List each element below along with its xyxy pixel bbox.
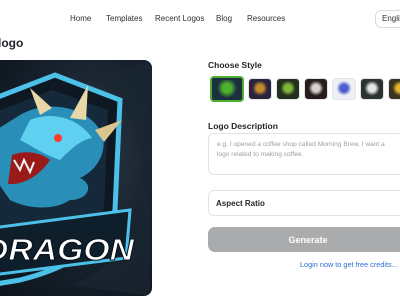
nav-blog[interactable]: Blog [216,14,232,23]
style-thumb-esports-5[interactable] [332,78,356,100]
choose-style-label: Choose Style [208,60,262,70]
style-thumb-art [307,81,325,97]
top-nav: Home Templates Recent Logos Blog Resourc… [0,0,400,38]
aspect-ratio-selector[interactable]: Aspect Ratio [208,190,400,216]
style-thumb-art [214,80,240,98]
aspect-ratio-label: Aspect Ratio [216,199,265,208]
style-thumb-art [391,81,400,97]
logo-description-input[interactable]: e.g. I opened a coffee shop called Morni… [208,133,400,175]
nav-resources[interactable]: Resources [247,14,285,23]
style-thumb-esports-4[interactable] [304,78,328,100]
login-link[interactable]: Login now to get free credits... [300,260,398,269]
page: Home Templates Recent Logos Blog Resourc… [0,0,400,300]
logo-description-label: Logo Description [208,121,278,131]
nav-home[interactable]: Home [70,14,91,23]
nav-templates[interactable]: Templates [106,14,142,23]
style-thumb-esports-1[interactable] [210,76,244,102]
style-thumb-esports-6[interactable] [360,78,384,100]
style-thumbnails [210,76,400,102]
style-thumb-art [279,81,297,97]
style-thumb-art [251,81,269,97]
style-thumb-art [335,81,353,97]
logo-wordmark: DRAGON [0,232,135,267]
logo-preview-image: DRAGON [0,60,152,296]
style-thumb-esports-2[interactable] [248,78,272,100]
page-title: logo [0,36,24,50]
language-selector[interactable]: English [375,10,400,28]
nav-recent-logos[interactable]: Recent Logos [155,14,204,23]
style-thumb-art [363,81,381,97]
style-thumb-esports-7[interactable] [388,78,400,100]
style-thumb-esports-3[interactable] [276,78,300,100]
generate-button[interactable]: Generate [208,227,400,252]
dragon-logo-artwork: DRAGON [0,60,152,296]
